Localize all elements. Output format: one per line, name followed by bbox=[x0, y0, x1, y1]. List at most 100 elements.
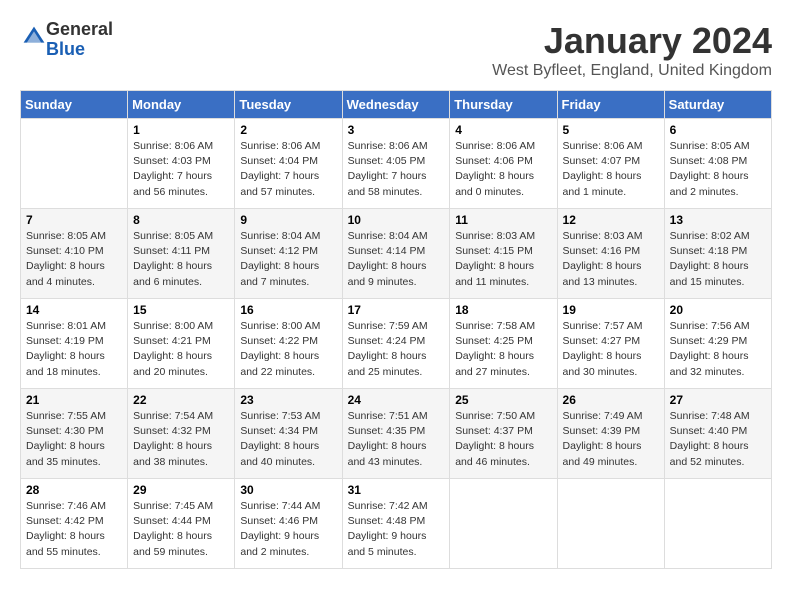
weekday-header-monday: Monday bbox=[128, 91, 235, 119]
day-number: 9 bbox=[240, 213, 336, 227]
day-info: Sunrise: 8:05 AM Sunset: 4:11 PM Dayligh… bbox=[133, 229, 229, 290]
day-cell: 5 Sunrise: 8:06 AM Sunset: 4:07 PM Dayli… bbox=[557, 119, 664, 209]
week-row-3: 21 Sunrise: 7:55 AM Sunset: 4:30 PM Dayl… bbox=[21, 389, 772, 479]
day-info: Sunrise: 8:00 AM Sunset: 4:22 PM Dayligh… bbox=[240, 319, 336, 380]
day-cell: 14 Sunrise: 8:01 AM Sunset: 4:19 PM Dayl… bbox=[21, 299, 128, 389]
day-number: 26 bbox=[563, 393, 659, 407]
day-cell: 19 Sunrise: 7:57 AM Sunset: 4:27 PM Dayl… bbox=[557, 299, 664, 389]
day-info: Sunrise: 8:03 AM Sunset: 4:15 PM Dayligh… bbox=[455, 229, 551, 290]
weekday-header-tuesday: Tuesday bbox=[235, 91, 342, 119]
day-number: 11 bbox=[455, 213, 551, 227]
day-cell: 11 Sunrise: 8:03 AM Sunset: 4:15 PM Dayl… bbox=[450, 209, 557, 299]
day-number: 13 bbox=[670, 213, 766, 227]
day-cell: 28 Sunrise: 7:46 AM Sunset: 4:42 PM Dayl… bbox=[21, 479, 128, 569]
day-number: 16 bbox=[240, 303, 336, 317]
day-info: Sunrise: 8:06 AM Sunset: 4:07 PM Dayligh… bbox=[563, 139, 659, 200]
day-info: Sunrise: 7:51 AM Sunset: 4:35 PM Dayligh… bbox=[348, 409, 445, 470]
weekday-header-thursday: Thursday bbox=[450, 91, 557, 119]
page-header: General Blue January 2024 West Byfleet, … bbox=[20, 20, 772, 80]
day-number: 3 bbox=[348, 123, 445, 137]
day-info: Sunrise: 7:55 AM Sunset: 4:30 PM Dayligh… bbox=[26, 409, 122, 470]
day-info: Sunrise: 8:06 AM Sunset: 4:06 PM Dayligh… bbox=[455, 139, 551, 200]
day-info: Sunrise: 7:49 AM Sunset: 4:39 PM Dayligh… bbox=[563, 409, 659, 470]
weekday-header-wednesday: Wednesday bbox=[342, 91, 450, 119]
day-number: 10 bbox=[348, 213, 445, 227]
day-info: Sunrise: 7:59 AM Sunset: 4:24 PM Dayligh… bbox=[348, 319, 445, 380]
day-cell: 10 Sunrise: 8:04 AM Sunset: 4:14 PM Dayl… bbox=[342, 209, 450, 299]
day-cell: 24 Sunrise: 7:51 AM Sunset: 4:35 PM Dayl… bbox=[342, 389, 450, 479]
day-cell: 18 Sunrise: 7:58 AM Sunset: 4:25 PM Dayl… bbox=[450, 299, 557, 389]
calendar-table: SundayMondayTuesdayWednesdayThursdayFrid… bbox=[20, 90, 772, 569]
logo-general-text: General bbox=[46, 19, 113, 39]
day-number: 8 bbox=[133, 213, 229, 227]
day-number: 14 bbox=[26, 303, 122, 317]
day-info: Sunrise: 8:05 AM Sunset: 4:10 PM Dayligh… bbox=[26, 229, 122, 290]
day-info: Sunrise: 8:06 AM Sunset: 4:05 PM Dayligh… bbox=[348, 139, 445, 200]
location-text: West Byfleet, England, United Kingdom bbox=[492, 62, 772, 80]
day-cell: 21 Sunrise: 7:55 AM Sunset: 4:30 PM Dayl… bbox=[21, 389, 128, 479]
logo-icon bbox=[22, 25, 46, 49]
day-cell: 12 Sunrise: 8:03 AM Sunset: 4:16 PM Dayl… bbox=[557, 209, 664, 299]
day-cell: 13 Sunrise: 8:02 AM Sunset: 4:18 PM Dayl… bbox=[664, 209, 771, 299]
weekday-header-sunday: Sunday bbox=[21, 91, 128, 119]
day-info: Sunrise: 8:06 AM Sunset: 4:03 PM Dayligh… bbox=[133, 139, 229, 200]
day-cell: 25 Sunrise: 7:50 AM Sunset: 4:37 PM Dayl… bbox=[450, 389, 557, 479]
day-number: 5 bbox=[563, 123, 659, 137]
week-row-2: 14 Sunrise: 8:01 AM Sunset: 4:19 PM Dayl… bbox=[21, 299, 772, 389]
logo: General Blue bbox=[20, 20, 113, 60]
week-row-1: 7 Sunrise: 8:05 AM Sunset: 4:10 PM Dayli… bbox=[21, 209, 772, 299]
day-cell: 9 Sunrise: 8:04 AM Sunset: 4:12 PM Dayli… bbox=[235, 209, 342, 299]
day-number: 21 bbox=[26, 393, 122, 407]
day-number: 27 bbox=[670, 393, 766, 407]
day-info: Sunrise: 7:44 AM Sunset: 4:46 PM Dayligh… bbox=[240, 499, 336, 560]
day-number: 1 bbox=[133, 123, 229, 137]
day-number: 31 bbox=[348, 483, 445, 497]
day-info: Sunrise: 7:48 AM Sunset: 4:40 PM Dayligh… bbox=[670, 409, 766, 470]
day-number: 28 bbox=[26, 483, 122, 497]
day-cell: 29 Sunrise: 7:45 AM Sunset: 4:44 PM Dayl… bbox=[128, 479, 235, 569]
day-cell: 30 Sunrise: 7:44 AM Sunset: 4:46 PM Dayl… bbox=[235, 479, 342, 569]
day-cell bbox=[21, 119, 128, 209]
day-cell: 23 Sunrise: 7:53 AM Sunset: 4:34 PM Dayl… bbox=[235, 389, 342, 479]
day-info: Sunrise: 7:57 AM Sunset: 4:27 PM Dayligh… bbox=[563, 319, 659, 380]
month-title: January 2024 bbox=[492, 20, 772, 62]
day-cell: 15 Sunrise: 8:00 AM Sunset: 4:21 PM Dayl… bbox=[128, 299, 235, 389]
day-info: Sunrise: 7:45 AM Sunset: 4:44 PM Dayligh… bbox=[133, 499, 229, 560]
day-cell: 20 Sunrise: 7:56 AM Sunset: 4:29 PM Dayl… bbox=[664, 299, 771, 389]
day-number: 4 bbox=[455, 123, 551, 137]
day-cell bbox=[557, 479, 664, 569]
day-info: Sunrise: 8:06 AM Sunset: 4:04 PM Dayligh… bbox=[240, 139, 336, 200]
weekday-header-saturday: Saturday bbox=[664, 91, 771, 119]
day-info: Sunrise: 7:42 AM Sunset: 4:48 PM Dayligh… bbox=[348, 499, 445, 560]
logo-blue-text: Blue bbox=[46, 39, 85, 59]
day-cell: 27 Sunrise: 7:48 AM Sunset: 4:40 PM Dayl… bbox=[664, 389, 771, 479]
weekday-header-friday: Friday bbox=[557, 91, 664, 119]
day-info: Sunrise: 8:01 AM Sunset: 4:19 PM Dayligh… bbox=[26, 319, 122, 380]
day-cell: 2 Sunrise: 8:06 AM Sunset: 4:04 PM Dayli… bbox=[235, 119, 342, 209]
day-cell bbox=[664, 479, 771, 569]
day-number: 25 bbox=[455, 393, 551, 407]
day-number: 30 bbox=[240, 483, 336, 497]
day-info: Sunrise: 7:53 AM Sunset: 4:34 PM Dayligh… bbox=[240, 409, 336, 470]
day-cell: 3 Sunrise: 8:06 AM Sunset: 4:05 PM Dayli… bbox=[342, 119, 450, 209]
day-number: 23 bbox=[240, 393, 336, 407]
day-number: 24 bbox=[348, 393, 445, 407]
week-row-0: 1 Sunrise: 8:06 AM Sunset: 4:03 PM Dayli… bbox=[21, 119, 772, 209]
day-cell: 4 Sunrise: 8:06 AM Sunset: 4:06 PM Dayli… bbox=[450, 119, 557, 209]
day-cell: 1 Sunrise: 8:06 AM Sunset: 4:03 PM Dayli… bbox=[128, 119, 235, 209]
week-row-4: 28 Sunrise: 7:46 AM Sunset: 4:42 PM Dayl… bbox=[21, 479, 772, 569]
day-number: 29 bbox=[133, 483, 229, 497]
day-cell bbox=[450, 479, 557, 569]
day-info: Sunrise: 8:02 AM Sunset: 4:18 PM Dayligh… bbox=[670, 229, 766, 290]
day-info: Sunrise: 8:05 AM Sunset: 4:08 PM Dayligh… bbox=[670, 139, 766, 200]
day-info: Sunrise: 7:46 AM Sunset: 4:42 PM Dayligh… bbox=[26, 499, 122, 560]
day-number: 17 bbox=[348, 303, 445, 317]
day-number: 18 bbox=[455, 303, 551, 317]
day-cell: 17 Sunrise: 7:59 AM Sunset: 4:24 PM Dayl… bbox=[342, 299, 450, 389]
day-info: Sunrise: 8:04 AM Sunset: 4:14 PM Dayligh… bbox=[348, 229, 445, 290]
day-cell: 6 Sunrise: 8:05 AM Sunset: 4:08 PM Dayli… bbox=[664, 119, 771, 209]
day-cell: 16 Sunrise: 8:00 AM Sunset: 4:22 PM Dayl… bbox=[235, 299, 342, 389]
day-number: 19 bbox=[563, 303, 659, 317]
day-number: 7 bbox=[26, 213, 122, 227]
day-number: 22 bbox=[133, 393, 229, 407]
